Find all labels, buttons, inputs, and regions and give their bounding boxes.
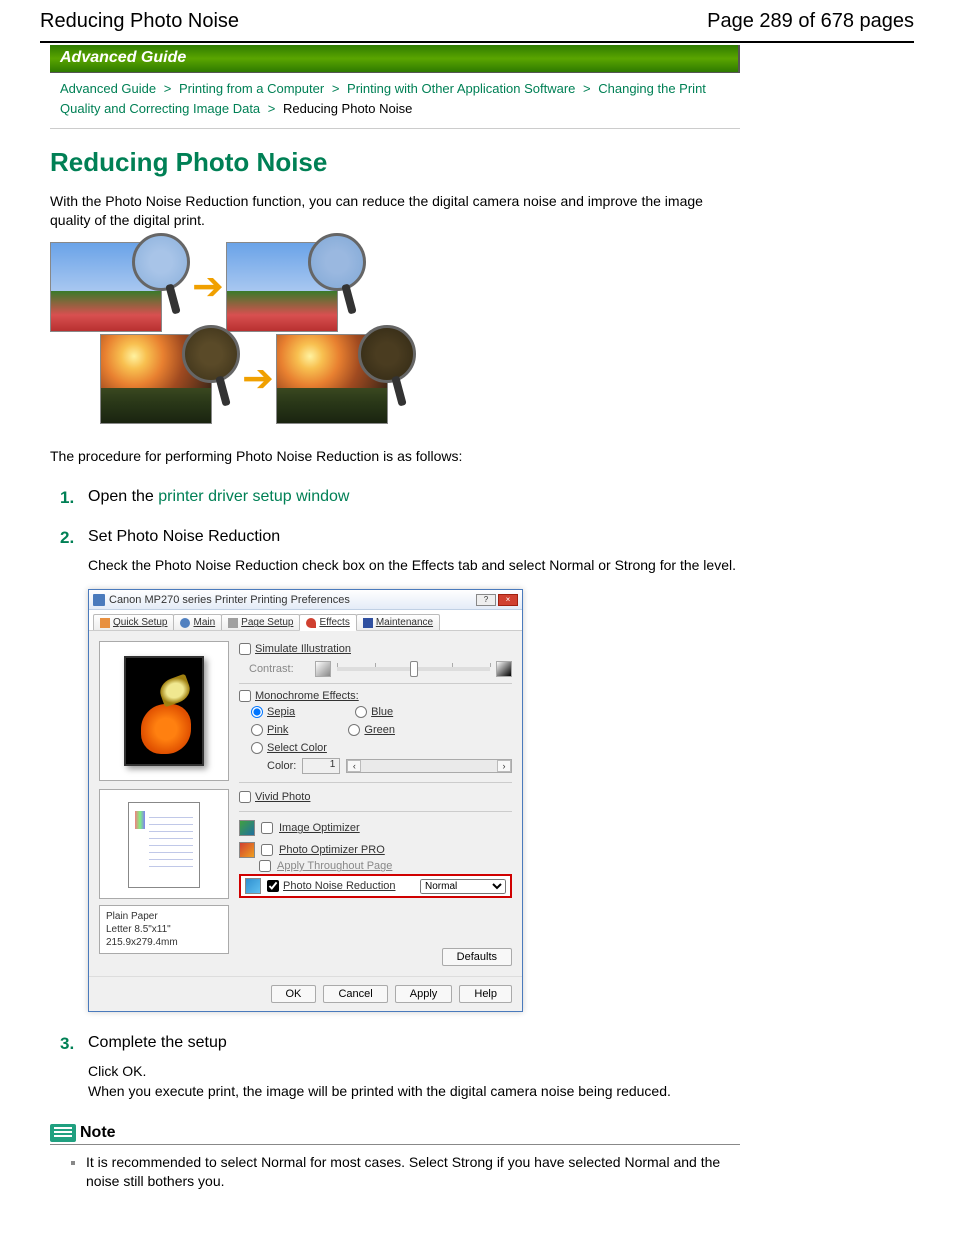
step-2: 2. Set Photo Noise Reduction Check the P… xyxy=(60,528,740,1013)
breadcrumb: Advanced Guide > Printing from a Compute… xyxy=(50,73,740,129)
help-button[interactable]: Help xyxy=(459,985,512,1003)
step-number: 2. xyxy=(60,528,74,548)
green-radio[interactable] xyxy=(348,724,360,736)
maintenance-icon xyxy=(363,618,373,628)
preview-image xyxy=(124,656,204,766)
page-layout-preview xyxy=(99,789,229,899)
step-body: Check the Photo Noise Reduction check bo… xyxy=(88,556,740,576)
note-icon xyxy=(50,1124,76,1142)
contrast-low-icon xyxy=(315,661,331,677)
select-color-radio[interactable] xyxy=(251,742,263,754)
breadcrumb-current: Reducing Photo Noise xyxy=(283,101,412,116)
step-body-line: When you execute print, the image will b… xyxy=(88,1082,740,1102)
cancel-button[interactable]: Cancel xyxy=(323,985,387,1003)
tab-effects[interactable]: Effects xyxy=(299,614,356,631)
step-title: Complete the setup xyxy=(88,1034,227,1051)
header-rule xyxy=(40,41,914,43)
section-banner: Advanced Guide xyxy=(50,45,740,73)
tab-quick-setup[interactable]: Quick Setup xyxy=(93,614,174,630)
dialog-title: Canon MP270 series Printer Printing Pref… xyxy=(109,594,350,606)
page-title: Reducing Photo Noise xyxy=(50,147,740,178)
monochrome-effects-checkbox[interactable] xyxy=(239,690,251,702)
pink-radio[interactable] xyxy=(251,724,263,736)
page-setup-icon xyxy=(228,618,238,628)
breadcrumb-link-advanced-guide[interactable]: Advanced Guide xyxy=(60,81,156,96)
note-title: Note xyxy=(80,1124,116,1142)
note-item: It is recommended to select Normal for m… xyxy=(86,1153,740,1192)
color-value-input[interactable]: 1 xyxy=(302,758,340,774)
ok-button[interactable]: OK xyxy=(271,985,317,1003)
page-sheet-icon xyxy=(128,802,200,888)
apply-throughout-checkbox[interactable] xyxy=(259,860,271,872)
photo-noise-reduction-row: Photo Noise Reduction Normal xyxy=(239,874,512,898)
arrow-icon: ➔ xyxy=(192,264,224,309)
photo-noise-reduction-icon xyxy=(245,878,261,894)
header-page-indicator: Page 289 of 678 pages xyxy=(707,10,914,33)
photo-optimizer-pro-checkbox[interactable] xyxy=(261,844,273,856)
page-header: Reducing Photo Noise Page 289 of 678 pag… xyxy=(40,10,914,39)
tab-page-setup[interactable]: Page Setup xyxy=(221,614,300,630)
window-close-button[interactable]: × xyxy=(498,594,518,606)
color-label: Color: xyxy=(267,760,296,772)
step-number: 1. xyxy=(60,488,74,508)
arrow-icon: ➔ xyxy=(242,356,274,401)
defaults-button[interactable]: Defaults xyxy=(442,948,512,966)
breadcrumb-sep: > xyxy=(264,101,280,116)
photo-noise-reduction-level-select[interactable]: Normal xyxy=(420,879,506,894)
apply-button[interactable]: Apply xyxy=(395,985,453,1003)
breadcrumb-sep: > xyxy=(579,81,595,96)
magnifier-icon xyxy=(358,325,416,383)
header-title: Reducing Photo Noise xyxy=(40,10,239,33)
image-optimizer-checkbox[interactable] xyxy=(261,822,273,834)
magnifier-icon xyxy=(132,233,190,291)
noise-illustration: ➔ ➔ xyxy=(50,242,740,424)
contrast-slider[interactable] xyxy=(337,667,490,671)
photo-optimizer-pro-icon xyxy=(239,842,255,858)
step-number: 3. xyxy=(60,1034,74,1054)
breadcrumb-sep: > xyxy=(160,81,176,96)
printer-icon xyxy=(93,594,105,606)
step-title: Set Photo Noise Reduction xyxy=(88,528,280,545)
print-preview xyxy=(99,641,229,781)
window-help-button[interactable]: ? xyxy=(476,594,496,606)
step-3: 3. Complete the setup Click OK. When you… xyxy=(60,1034,740,1101)
step-body-line: Click OK. xyxy=(88,1062,740,1082)
blue-radio[interactable] xyxy=(355,706,367,718)
magnifier-icon xyxy=(182,325,240,383)
monochrome-effects-label: Monochrome Effects: xyxy=(255,690,359,702)
step-1: 1. Open the printer driver setup window xyxy=(60,488,740,506)
quick-setup-icon xyxy=(100,618,110,628)
main-icon xyxy=(180,618,190,628)
vivid-photo-checkbox[interactable] xyxy=(239,791,251,803)
simulate-illustration-label: Simulate Illustration xyxy=(255,643,351,655)
intro-paragraph: With the Photo Noise Reduction function,… xyxy=(50,192,740,230)
contrast-high-icon xyxy=(496,661,512,677)
breadcrumb-link-other-software[interactable]: Printing with Other Application Software xyxy=(347,81,575,96)
color-slider[interactable]: ‹› xyxy=(346,759,512,773)
breadcrumb-sep: > xyxy=(328,81,344,96)
media-info: Plain Paper Letter 8.5"x11" 215.9x279.4m… xyxy=(99,905,229,954)
simulate-illustration-checkbox[interactable] xyxy=(239,643,251,655)
magnifier-icon xyxy=(308,233,366,291)
contrast-label: Contrast: xyxy=(249,663,309,675)
vivid-photo-label: Vivid Photo xyxy=(255,791,310,803)
step-title: Open the printer driver setup window xyxy=(88,488,349,505)
procedure-intro: The procedure for performing Photo Noise… xyxy=(50,448,740,464)
tab-main[interactable]: Main xyxy=(173,614,222,630)
image-optimizer-icon xyxy=(239,820,255,836)
printing-preferences-dialog: Canon MP270 series Printer Printing Pref… xyxy=(88,589,523,1012)
sepia-radio[interactable] xyxy=(251,706,263,718)
breadcrumb-link-printing-computer[interactable]: Printing from a Computer xyxy=(179,81,324,96)
note-header: Note xyxy=(50,1124,740,1145)
tab-maintenance[interactable]: Maintenance xyxy=(356,614,440,630)
effects-icon xyxy=(306,618,316,628)
photo-noise-reduction-checkbox[interactable] xyxy=(267,880,279,892)
printer-driver-setup-link[interactable]: printer driver setup window xyxy=(158,488,349,505)
